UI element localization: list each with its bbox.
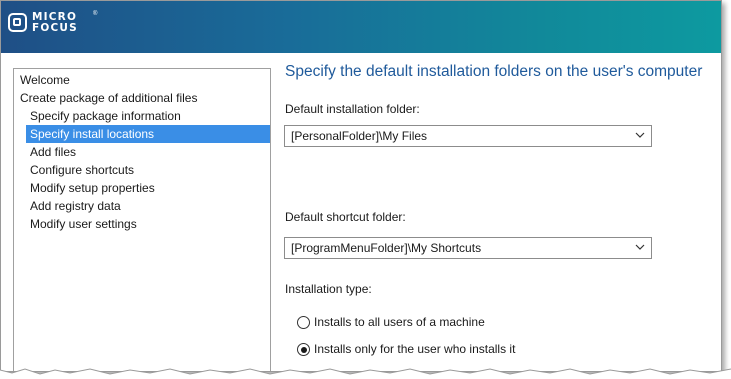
- logo-text: MICRO FOCUS: [32, 12, 78, 34]
- nav-item-package-information[interactable]: Specify package information: [30, 107, 181, 125]
- nav-item-configure-shortcuts[interactable]: Configure shortcuts: [30, 161, 134, 179]
- install-folder-label: Default installation folder:: [285, 102, 420, 116]
- nav-item-setup-properties[interactable]: Modify setup properties: [30, 179, 155, 197]
- radio-button-checked[interactable]: [297, 343, 310, 356]
- nav-item-registry-data[interactable]: Add registry data: [30, 197, 121, 215]
- wizard-steps-list: Welcome Create package of additional fil…: [13, 68, 271, 371]
- install-folder-dropdown[interactable]: [PersonalFolder]\My Files: [284, 125, 652, 147]
- radio-all-users-label: Installs to all users of a machine: [314, 315, 485, 329]
- radio-current-user-label: Installs only for the user who installs …: [314, 342, 516, 356]
- logo-registered-mark: ®: [93, 11, 98, 17]
- nav-item-welcome[interactable]: Welcome: [20, 71, 70, 89]
- nav-item-install-locations[interactable]: Specify install locations: [26, 125, 270, 143]
- shortcut-folder-value: [ProgramMenuFolder]\My Shortcuts: [291, 241, 482, 255]
- radio-button-unchecked[interactable]: [297, 316, 310, 329]
- chevron-down-icon: [635, 244, 645, 250]
- chevron-down-icon: [635, 132, 645, 138]
- wizard-window: MICRO FOCUS ® Welcome Create package of …: [0, 0, 722, 372]
- nav-item-user-settings[interactable]: Modify user settings: [30, 215, 137, 233]
- installation-type-label: Installation type:: [285, 282, 372, 296]
- shortcut-folder-label: Default shortcut folder:: [285, 210, 406, 224]
- shortcut-folder-dropdown[interactable]: [ProgramMenuFolder]\My Shortcuts: [284, 237, 652, 259]
- header-banner: MICRO FOCUS ®: [1, 1, 721, 53]
- page-title: Specify the default installation folders…: [285, 63, 703, 80]
- nav-item-create-package[interactable]: Create package of additional files: [20, 89, 197, 107]
- nav-item-add-files[interactable]: Add files: [30, 143, 76, 161]
- micro-focus-logo: MICRO FOCUS ®: [8, 11, 98, 43]
- logo-line2: FOCUS: [32, 22, 78, 34]
- torn-edge-decoration: [0, 368, 731, 379]
- radio-selected-dot: [300, 346, 307, 353]
- logo-mark-icon: [8, 13, 27, 32]
- install-folder-value: [PersonalFolder]\My Files: [291, 129, 428, 143]
